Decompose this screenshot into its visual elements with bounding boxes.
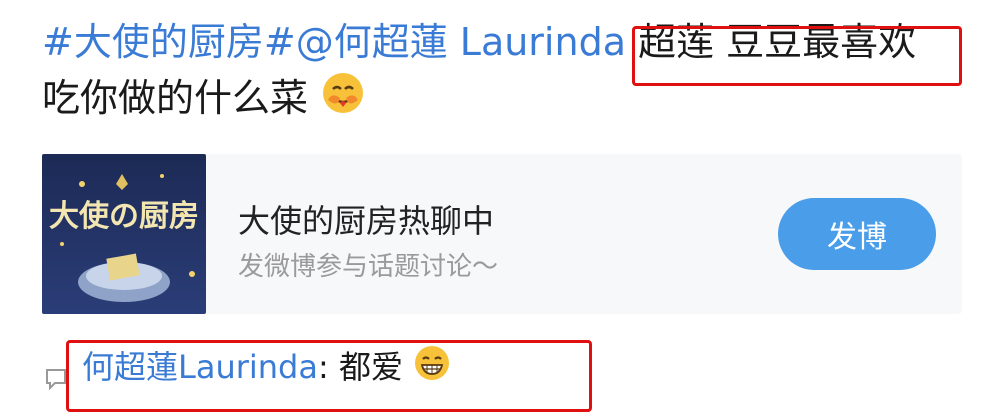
highlighted-text: 超莲 豆豆最喜欢: [638, 20, 917, 64]
grin-face-icon: [413, 344, 451, 394]
topic-card[interactable]: 大使の厨房 大使的厨房热聊中 发微博参与话题讨论～ 发博: [42, 154, 962, 314]
card-title: 大使的厨房热聊中: [238, 202, 495, 240]
post-line-1: #大使的厨房#@何超蓮 Laurinda 超莲 豆豆最喜欢: [42, 14, 972, 70]
comment-icon: [44, 357, 68, 391]
topic-link[interactable]: #大使的厨房#: [42, 20, 296, 64]
comment-text: 都爱: [338, 348, 403, 386]
post-text-line2: 吃你做的什么菜: [42, 76, 309, 120]
post-weibo-button[interactable]: 发博: [778, 198, 936, 270]
weibo-post: #大使的厨房#@何超蓮 Laurinda 超莲 豆豆最喜欢 吃你做的什么菜: [42, 14, 972, 131]
post-line-2: 吃你做的什么菜: [42, 70, 972, 131]
hug-face-icon: [320, 70, 366, 131]
comment-author[interactable]: 何超蓮Laurinda: [82, 348, 318, 386]
comment-colon: :: [317, 348, 329, 386]
topic-thumbnail[interactable]: 大使の厨房: [42, 154, 206, 314]
comment-row: 何超蓮Laurinda: 都爱: [44, 344, 451, 394]
thumb-title: 大使の厨房: [49, 199, 199, 234]
card-subtitle: 发微博参与话题讨论～: [238, 252, 499, 282]
mention-at[interactable]: @: [296, 20, 334, 64]
mention-link[interactable]: 何超蓮 Laurinda: [334, 20, 626, 64]
